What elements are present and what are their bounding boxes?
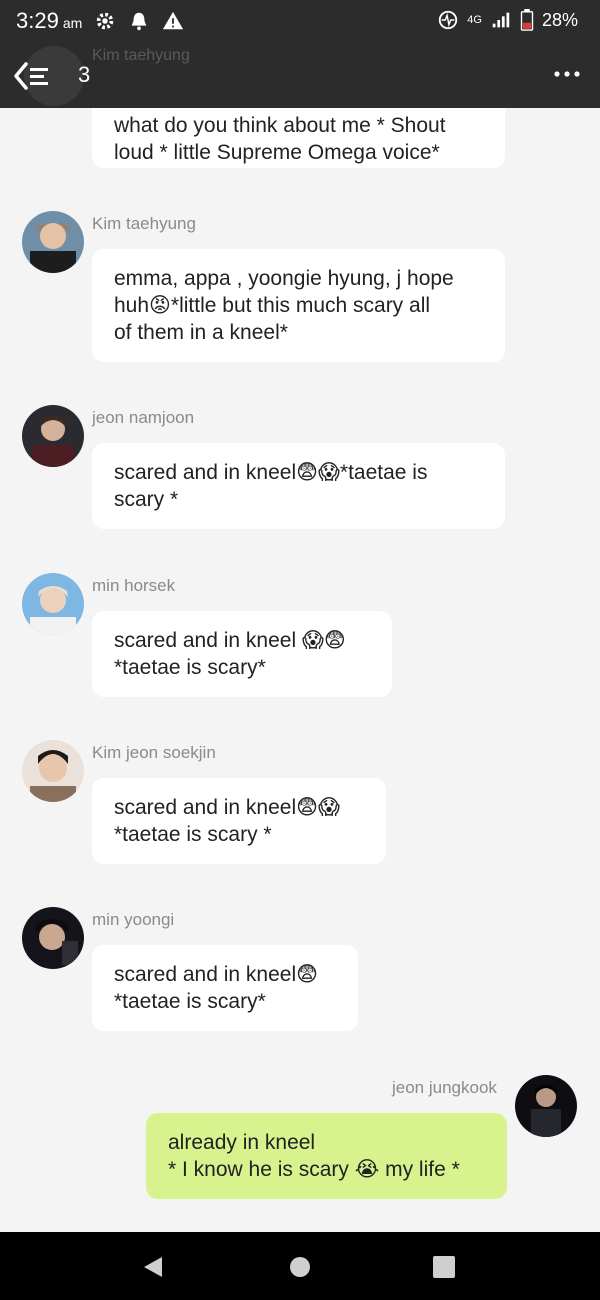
clock: 3:29 am <box>16 8 83 33</box>
avatar[interactable] <box>515 1075 577 1137</box>
message-bubble[interactable]: scared and in kneel😨😱 *taetae is scary * <box>92 778 386 864</box>
message-bubble[interactable]: scared and in kneel😨😱*taetae is scary * <box>92 443 505 529</box>
nav-recents-icon[interactable] <box>431 1254 457 1280</box>
message-bubble[interactable]: scared and in kneel😨 *taetae is scary* <box>92 945 358 1031</box>
sender-name: Kim taehyung <box>92 47 190 64</box>
sender-name: jeon jungkook <box>392 1078 497 1097</box>
nav-back-icon[interactable] <box>140 1254 166 1280</box>
sender-name: Kim taehyung <box>92 214 196 233</box>
more-options-icon[interactable] <box>552 64 582 84</box>
avatar[interactable] <box>22 907 84 969</box>
message-bubble-mine[interactable]: already in kneel * I know he is scary 😭 … <box>146 1113 507 1199</box>
back-icon[interactable] <box>12 60 52 92</box>
sender-name: Kim jeon soekjin <box>92 743 216 762</box>
sender-name: jeon namjoon <box>92 408 195 427</box>
navigation-bar <box>0 1232 600 1300</box>
battery-icon <box>520 9 534 31</box>
avatar[interactable] <box>22 740 84 802</box>
sender-name: min horsek <box>92 576 176 595</box>
chat-header: Kim taehyung 3 <box>0 44 600 108</box>
unread-count: 3 <box>78 62 91 87</box>
avatar[interactable] <box>22 405 84 467</box>
network-type: 4G <box>467 14 482 26</box>
battery-level: 28% <box>541 9 578 30</box>
activity-icon <box>439 10 458 30</box>
chat-area[interactable]: what do you think about me * Shout loud … <box>0 0 600 1230</box>
avatar[interactable] <box>22 573 84 635</box>
settings-icon <box>96 12 114 30</box>
nav-home-icon[interactable] <box>287 1254 313 1280</box>
bell-icon <box>131 12 147 31</box>
message-bubble[interactable]: scared and in kneel 😱😨 *taetae is scary* <box>92 611 392 697</box>
warning-icon <box>162 11 184 30</box>
sender-name: min yoongi <box>92 910 175 929</box>
status-bar: 3:29 am 4G 28% <box>0 0 600 44</box>
signal-icon <box>492 12 510 28</box>
message-bubble[interactable]: emma, appa , yoongie hyung, j hope huh😡*… <box>92 249 505 362</box>
avatar[interactable] <box>22 211 84 273</box>
